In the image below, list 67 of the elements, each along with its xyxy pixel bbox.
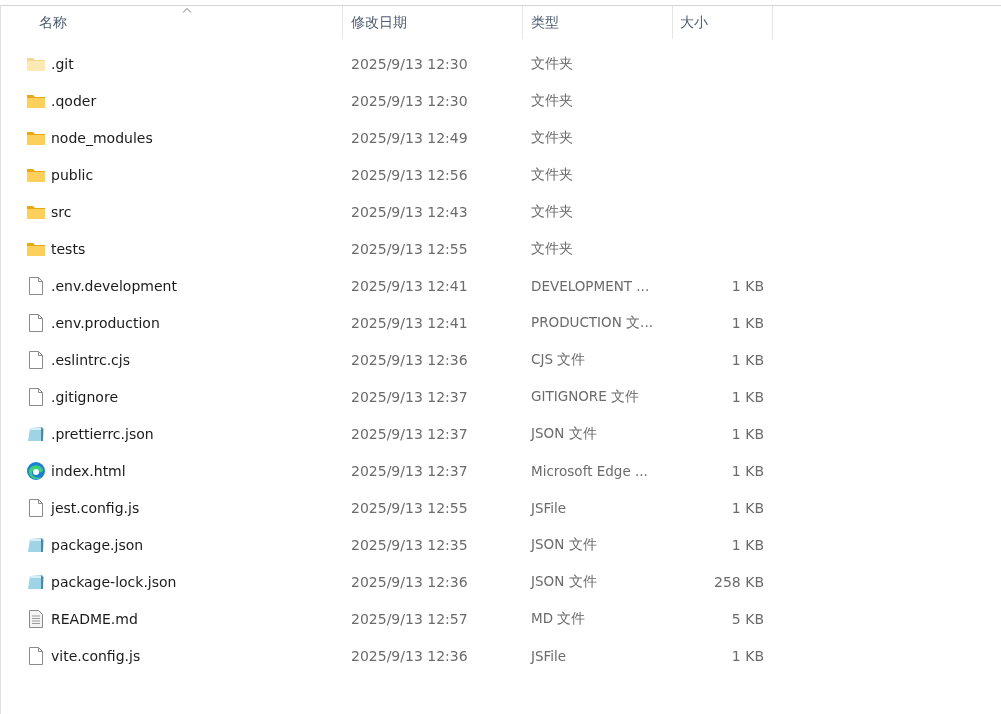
modified-date: 2025/9/13 12:30 bbox=[350, 55, 469, 72]
file-size: 1 KB bbox=[730, 314, 764, 331]
file-size: 1 KB bbox=[730, 351, 764, 368]
modified-date: 2025/9/13 12:41 bbox=[350, 277, 469, 294]
file-name[interactable]: jest.config.js bbox=[51, 499, 140, 516]
modified-date: 2025/9/13 12:36 bbox=[350, 573, 469, 590]
modified-date: 2025/9/13 12:37 bbox=[350, 425, 469, 442]
file-type: JSFile bbox=[529, 647, 568, 664]
file-name[interactable]: .qoder bbox=[51, 92, 97, 109]
file-size: 1 KB bbox=[730, 277, 764, 294]
file-name[interactable]: vite.config.js bbox=[51, 647, 141, 664]
file-size: 1 KB bbox=[730, 462, 764, 479]
file-type: DEVELOPMENT ... bbox=[530, 277, 651, 294]
file-name[interactable]: .eslintrc.cjs bbox=[51, 351, 130, 368]
file-name[interactable]: README.md bbox=[51, 610, 138, 627]
file-type: 文件夹 bbox=[530, 54, 574, 73]
modified-date: 2025/9/13 12:49 bbox=[350, 129, 469, 146]
file-name[interactable]: .env.production bbox=[51, 314, 160, 331]
modified-date: 2025/9/13 12:36 bbox=[350, 351, 469, 368]
column-header[interactable]: 名称 bbox=[1, 6, 343, 39]
file-name[interactable]: .env.development bbox=[51, 277, 177, 294]
file-type: Microsoft Edge ... bbox=[530, 462, 649, 479]
file-size: 1 KB bbox=[730, 499, 764, 516]
file-size: 1 KB bbox=[730, 536, 764, 553]
file-size: 1 KB bbox=[730, 647, 764, 664]
file-name[interactable]: .git bbox=[51, 55, 74, 72]
file-size: 1 KB bbox=[730, 388, 764, 405]
file-type: 文件夹 bbox=[530, 202, 574, 221]
file-type: JSFile bbox=[529, 499, 568, 516]
file-type: CJS 文件 bbox=[530, 350, 587, 369]
modified-date: 2025/9/13 12:41 bbox=[350, 314, 469, 331]
modified-date: 2025/9/13 12:30 bbox=[350, 92, 469, 109]
file-type: 文件夹 bbox=[530, 91, 574, 110]
file-type: GITIGNORE 文件 bbox=[530, 387, 641, 406]
file-type: MD 文件 bbox=[530, 609, 587, 628]
column-header[interactable]: 类型 bbox=[523, 6, 673, 39]
file-name[interactable]: src bbox=[51, 203, 72, 220]
modified-date: 2025/9/13 12:35 bbox=[350, 536, 469, 553]
file-type: JSON 文件 bbox=[529, 535, 598, 554]
column-header[interactable]: 修改日期 bbox=[343, 6, 523, 39]
file-type: PRODUCTION 文... bbox=[530, 313, 654, 332]
modified-date: 2025/9/13 12:37 bbox=[350, 388, 469, 405]
file-size: 1 KB bbox=[730, 425, 764, 442]
file-name[interactable]: .gitignore bbox=[51, 388, 118, 405]
file-name[interactable]: tests bbox=[51, 240, 86, 257]
column-header[interactable]: 大小 bbox=[673, 6, 773, 39]
file-type: JSON 文件 bbox=[529, 424, 598, 443]
sort-ascending-icon bbox=[181, 7, 192, 13]
file-type: 文件夹 bbox=[530, 128, 574, 147]
modified-date: 2025/9/13 12:37 bbox=[350, 462, 469, 479]
modified-date: 2025/9/13 12:55 bbox=[350, 240, 469, 257]
file-type: 文件夹 bbox=[530, 239, 574, 258]
modified-date: 2025/9/13 12:56 bbox=[350, 166, 469, 183]
modified-date: 2025/9/13 12:55 bbox=[350, 499, 469, 516]
file-name[interactable]: .prettierrc.json bbox=[51, 425, 154, 442]
file-name[interactable]: package.json bbox=[51, 536, 144, 553]
file-size: 258 KB bbox=[713, 573, 764, 590]
file-name[interactable]: public bbox=[51, 166, 94, 183]
file-name[interactable]: index.html bbox=[51, 462, 126, 479]
file-type: JSON 文件 bbox=[529, 572, 598, 591]
file-size: 5 KB bbox=[730, 610, 764, 627]
modified-date: 2025/9/13 12:57 bbox=[350, 610, 469, 627]
file-name[interactable]: node_modules bbox=[51, 129, 153, 146]
file-name[interactable]: package-lock.json bbox=[51, 573, 177, 590]
modified-date: 2025/9/13 12:36 bbox=[350, 647, 469, 664]
modified-date: 2025/9/13 12:43 bbox=[350, 203, 469, 220]
file-type: 文件夹 bbox=[530, 165, 574, 184]
